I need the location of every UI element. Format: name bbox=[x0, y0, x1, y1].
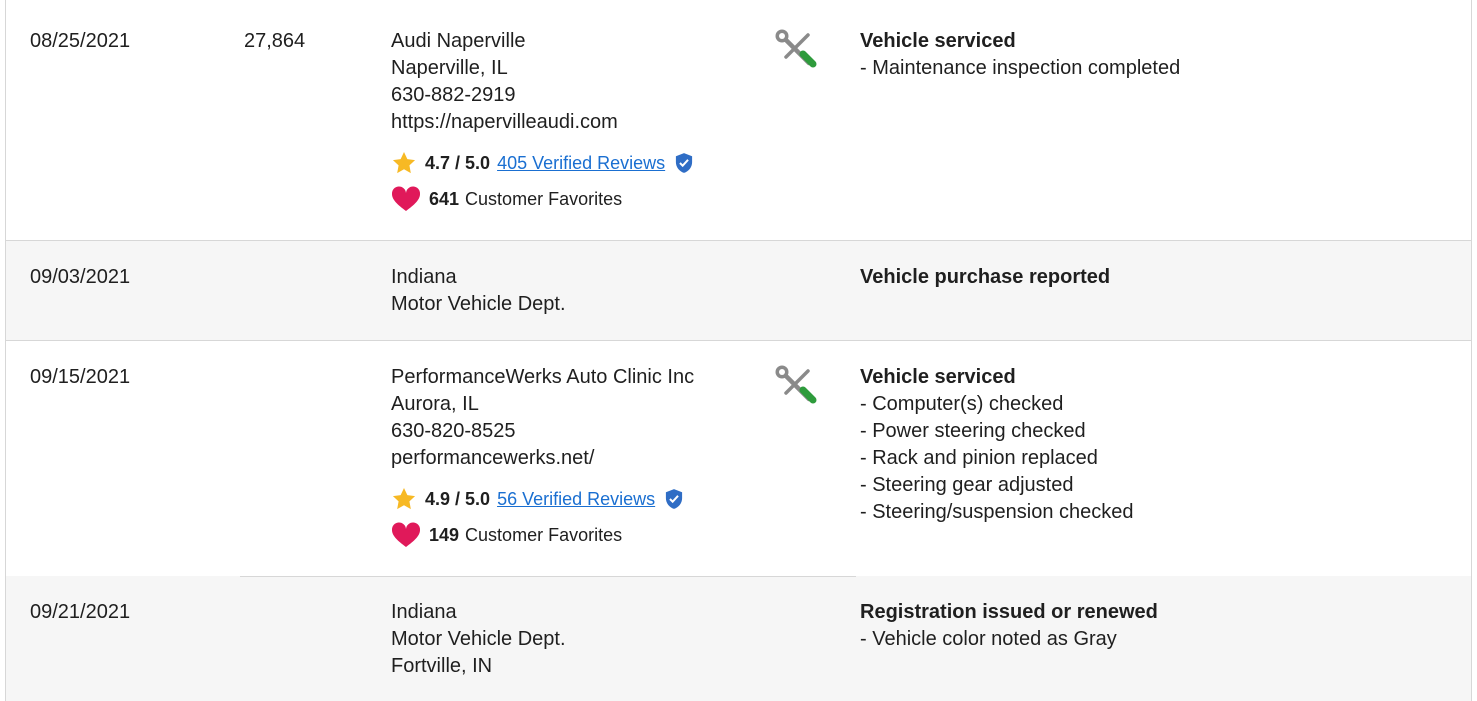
record-details: Registration issued or renewed - Vehicle… bbox=[860, 599, 1158, 653]
record-date: 09/03/2021 bbox=[30, 266, 131, 288]
star-icon bbox=[392, 487, 416, 510]
detail-item: - Steering/suspension checked bbox=[860, 501, 1134, 523]
source-phone: 630-882-2919 bbox=[391, 84, 516, 106]
record-date: 09/15/2021 bbox=[30, 366, 131, 388]
detail-item: - Maintenance inspection completed bbox=[860, 57, 1181, 79]
record-mileage: 27,864 bbox=[244, 30, 306, 52]
record-source: PerformanceWerks Auto Clinic Inc Aurora,… bbox=[391, 364, 694, 548]
star-icon bbox=[392, 151, 416, 174]
rating-score: 4.7 / 5.0 bbox=[425, 152, 491, 173]
customer-favorites: 641 Customer Favorites bbox=[391, 186, 701, 212]
detail-title: Vehicle serviced bbox=[860, 366, 1016, 388]
detail-title: Registration issued or renewed bbox=[860, 601, 1158, 623]
source-website: https://napervilleaudi.com bbox=[391, 111, 618, 133]
detail-item: - Vehicle color noted as Gray bbox=[860, 628, 1117, 650]
vehicle-history-table: 08/25/2021 27,864 Audi Naperville Naperv… bbox=[5, 0, 1472, 701]
history-row: 09/03/2021 Indiana Motor Vehicle Dept. V… bbox=[6, 240, 1471, 341]
detail-title: Vehicle purchase reported bbox=[860, 266, 1111, 288]
favorites-label: Customer Favorites bbox=[465, 524, 623, 545]
detail-title: Vehicle serviced bbox=[860, 30, 1016, 52]
favorites-count: 641 bbox=[429, 188, 460, 209]
service-tools-icon bbox=[774, 364, 818, 408]
source-department: Motor Vehicle Dept. bbox=[391, 293, 566, 315]
dealer-rating: 4.7 / 5.0 405 Verified Reviews bbox=[391, 150, 701, 176]
record-date: 09/21/2021 bbox=[30, 601, 131, 623]
record-details: Vehicle serviced - Computer(s) checked -… bbox=[860, 364, 1134, 526]
verified-shield-icon bbox=[676, 153, 693, 173]
record-source: Indiana Motor Vehicle Dept. bbox=[391, 264, 566, 318]
history-row: 09/15/2021 PerformanceWerks Auto Clinic … bbox=[6, 340, 1471, 577]
source-website: performancewerks.net/ bbox=[391, 447, 595, 469]
source-phone: 630-820-8525 bbox=[391, 420, 516, 442]
rating-score: 4.9 / 5.0 bbox=[425, 488, 491, 509]
source-department: Motor Vehicle Dept. bbox=[391, 628, 566, 650]
favorites-count: 149 bbox=[429, 524, 460, 545]
favorites-label: Customer Favorites bbox=[465, 188, 623, 209]
heart-icon bbox=[391, 186, 421, 211]
detail-item: - Power steering checked bbox=[860, 420, 1086, 442]
verified-reviews-link[interactable]: 56 Verified Reviews bbox=[497, 486, 655, 513]
source-location: Naperville, IL bbox=[391, 57, 508, 79]
detail-item: - Rack and pinion replaced bbox=[860, 447, 1098, 469]
heart-icon bbox=[391, 522, 421, 547]
record-source: Audi Naperville Naperville, IL 630-882-2… bbox=[391, 28, 701, 212]
source-location: Aurora, IL bbox=[391, 393, 479, 415]
detail-item: - Computer(s) checked bbox=[860, 393, 1064, 415]
source-name: Indiana bbox=[391, 266, 457, 288]
history-row: 08/25/2021 27,864 Audi Naperville Naperv… bbox=[6, 0, 1471, 240]
record-source: Indiana Motor Vehicle Dept. Fortville, I… bbox=[391, 599, 566, 680]
record-details: Vehicle serviced - Maintenance inspectio… bbox=[860, 28, 1180, 82]
verified-reviews-link[interactable]: 405 Verified Reviews bbox=[497, 150, 665, 177]
dealer-rating: 4.9 / 5.0 56 Verified Reviews bbox=[391, 486, 694, 512]
history-row: 09/21/2021 Indiana Motor Vehicle Dept. F… bbox=[6, 576, 1471, 701]
source-name: Indiana bbox=[391, 601, 457, 623]
verified-shield-icon bbox=[666, 489, 683, 509]
row-divider bbox=[240, 576, 856, 577]
source-name: PerformanceWerks Auto Clinic Inc bbox=[391, 366, 695, 388]
record-details: Vehicle purchase reported bbox=[860, 264, 1110, 291]
source-name: Audi Naperville bbox=[391, 30, 526, 52]
record-date: 08/25/2021 bbox=[30, 30, 131, 52]
detail-item: - Steering gear adjusted bbox=[860, 474, 1074, 496]
customer-favorites: 149 Customer Favorites bbox=[391, 522, 694, 548]
service-tools-icon bbox=[774, 28, 818, 72]
source-location: Fortville, IN bbox=[391, 655, 493, 677]
